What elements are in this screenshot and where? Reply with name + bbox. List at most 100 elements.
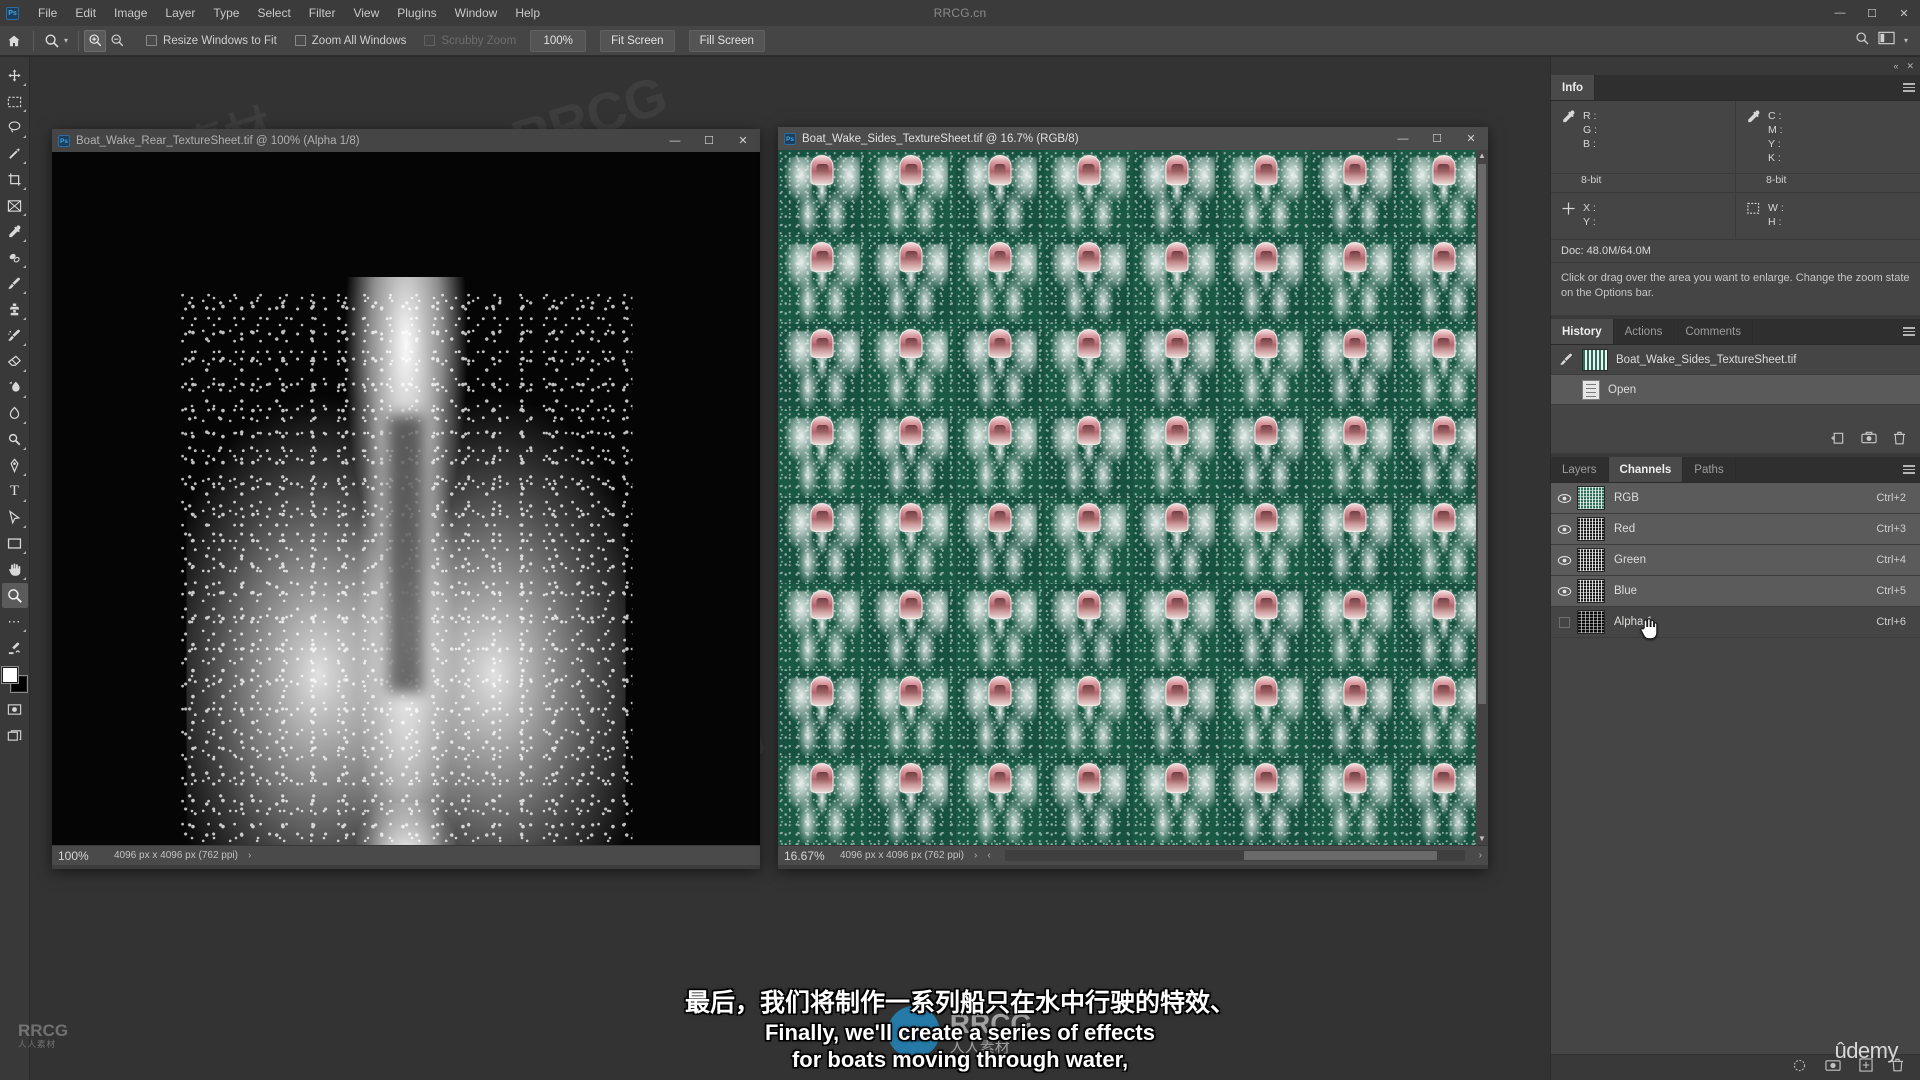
- scroll-up-arrow[interactable]: ▲: [1476, 150, 1488, 162]
- create-new-channel-icon[interactable]: [1859, 1058, 1873, 1077]
- tool-clone-stamp[interactable]: [2, 297, 28, 322]
- tab-comments[interactable]: Comments: [1674, 319, 1753, 344]
- zoom-100-button[interactable]: 100%: [530, 29, 587, 52]
- foreground-color-swatch[interactable]: [1, 667, 18, 683]
- tool-spot-healing[interactable]: [2, 245, 28, 270]
- checkbox-box[interactable]: [146, 35, 158, 46]
- tool-zoom[interactable]: [1, 583, 28, 608]
- tab-actions[interactable]: Actions: [1613, 319, 1675, 344]
- tool-gradient[interactable]: [2, 375, 28, 400]
- tool-blur[interactable]: [2, 401, 28, 426]
- tool-dodge[interactable]: [2, 427, 28, 452]
- channel-row-rgb[interactable]: RGB Ctrl+2: [1551, 483, 1920, 514]
- minimize-button[interactable]: —: [1824, 0, 1856, 26]
- canvas-vertical-scrollbar[interactable]: ▲ ▼: [1476, 150, 1488, 845]
- fill-screen-button[interactable]: Fill Screen: [688, 29, 765, 52]
- document-minimize-button[interactable]: —: [658, 129, 692, 152]
- tool-eyedropper[interactable]: [2, 219, 28, 244]
- menu-layer[interactable]: Layer: [156, 2, 204, 24]
- create-document-from-state-icon[interactable]: [1830, 431, 1845, 450]
- menu-plugins[interactable]: Plugins: [388, 2, 445, 24]
- canvas-sides-texture-sheet[interactable]: ▲ ▼: [778, 150, 1488, 845]
- color-swatches[interactable]: [1, 667, 28, 693]
- active-tool-zoom[interactable]: ▾: [39, 30, 73, 52]
- tool-eraser[interactable]: [2, 349, 28, 374]
- tool-crop[interactable]: [2, 167, 28, 192]
- menu-window[interactable]: Window: [446, 2, 507, 24]
- maximize-button[interactable]: ☐: [1856, 0, 1888, 26]
- edit-toolbar-icon[interactable]: [2, 635, 28, 660]
- zoom-out-icon[interactable]: [106, 30, 128, 52]
- document-window-sides[interactable]: Ps Boat_Wake_Sides_TextureSheet.tif @ 16…: [778, 127, 1488, 869]
- canvas-horizontal-scrollbar[interactable]: [1004, 850, 1465, 861]
- document-maximize-button[interactable]: ☐: [692, 129, 726, 152]
- chevron-down-icon[interactable]: ▾: [64, 36, 68, 45]
- tool-magic-wand[interactable]: [2, 141, 28, 166]
- status-expand-arrow[interactable]: ›: [974, 850, 977, 861]
- status-expand-arrow[interactable]: ›: [248, 850, 251, 861]
- menu-select[interactable]: Select: [248, 2, 299, 24]
- menu-file[interactable]: File: [29, 2, 66, 24]
- eye-icon[interactable]: [1551, 555, 1577, 566]
- collapse-panels-icon[interactable]: «: [1893, 61, 1898, 71]
- eye-icon[interactable]: [1551, 493, 1577, 504]
- document-window-rear[interactable]: Ps Boat_Wake_Rear_TextureSheet.tif @ 100…: [52, 129, 760, 869]
- delete-channel-icon[interactable]: [1891, 1058, 1904, 1077]
- close-button[interactable]: ✕: [1888, 0, 1920, 26]
- fit-screen-button[interactable]: Fit Screen: [600, 29, 675, 52]
- tab-history[interactable]: History: [1551, 319, 1614, 344]
- delete-state-icon[interactable]: [1893, 431, 1906, 450]
- tool-path-selection[interactable]: [2, 505, 28, 530]
- zoom-level-sides[interactable]: 16.67%: [784, 849, 830, 863]
- zoom-in-icon[interactable]: [84, 29, 107, 52]
- tab-channels[interactable]: Channels: [1608, 457, 1684, 482]
- tab-paths[interactable]: Paths: [1683, 457, 1736, 482]
- chevron-down-icon[interactable]: ▾: [1904, 36, 1908, 45]
- checkbox-box[interactable]: [294, 35, 306, 46]
- tab-info[interactable]: Info: [1551, 75, 1596, 100]
- history-state-row-open[interactable]: Open: [1551, 375, 1920, 405]
- vertical-scroll-thumb[interactable]: [1478, 164, 1486, 704]
- document-minimize-button[interactable]: —: [1386, 127, 1420, 150]
- document-close-button[interactable]: ✕: [726, 129, 760, 152]
- home-icon[interactable]: [0, 26, 28, 56]
- eye-icon[interactable]: [1551, 586, 1577, 597]
- zoom-all-windows-checkbox[interactable]: Zoom All Windows: [294, 35, 406, 47]
- menu-help[interactable]: Help: [506, 2, 549, 24]
- tool-lasso[interactable]: [2, 115, 28, 140]
- save-selection-as-channel-icon[interactable]: [1825, 1059, 1841, 1077]
- more-tools-icon[interactable]: ⋯: [2, 609, 28, 634]
- eye-icon[interactable]: [1551, 524, 1577, 535]
- create-snapshot-icon[interactable]: [1861, 431, 1877, 449]
- horizontal-scroll-thumb[interactable]: [1243, 851, 1438, 860]
- tool-frame[interactable]: [2, 193, 28, 218]
- tool-brush[interactable]: [2, 271, 28, 296]
- workspace-icon[interactable]: [1878, 31, 1895, 50]
- resize-windows-to-fit-checkbox[interactable]: Resize Windows to Fit: [146, 35, 277, 47]
- scroll-right-arrow[interactable]: ›: [1479, 850, 1488, 861]
- load-channel-as-selection-icon[interactable]: [1792, 1058, 1807, 1078]
- tool-type[interactable]: T: [2, 479, 28, 504]
- panel-menu-icon[interactable]: [1898, 75, 1920, 100]
- tool-hand[interactable]: [2, 557, 28, 582]
- panel-menu-icon[interactable]: [1898, 457, 1920, 482]
- channel-row-alpha-1[interactable]: Alpha 1 Ctrl+6: [1551, 607, 1920, 640]
- scroll-down-arrow[interactable]: ▼: [1476, 833, 1488, 845]
- menu-filter[interactable]: Filter: [300, 2, 345, 24]
- panel-menu-icon[interactable]: [1898, 319, 1920, 344]
- channel-row-red[interactable]: Red Ctrl+3: [1551, 514, 1920, 545]
- tool-rectangle[interactable]: [2, 531, 28, 556]
- zoom-level-rear[interactable]: 100%: [58, 849, 104, 863]
- tab-layers[interactable]: Layers: [1551, 457, 1609, 482]
- screen-mode-icon[interactable]: [2, 723, 28, 748]
- scroll-left-arrow[interactable]: ‹: [987, 850, 990, 861]
- document-close-button[interactable]: ✕: [1454, 127, 1488, 150]
- eye-toggle-empty[interactable]: [1551, 616, 1577, 628]
- document-title-bar-rear[interactable]: Ps Boat_Wake_Rear_TextureSheet.tif @ 100…: [52, 129, 760, 152]
- tool-move[interactable]: [2, 63, 28, 88]
- channel-row-green[interactable]: Green Ctrl+4: [1551, 545, 1920, 576]
- menu-type[interactable]: Type: [204, 2, 248, 24]
- tool-history-brush[interactable]: [2, 323, 28, 348]
- menu-view[interactable]: View: [344, 2, 388, 24]
- tool-pen[interactable]: [2, 453, 28, 478]
